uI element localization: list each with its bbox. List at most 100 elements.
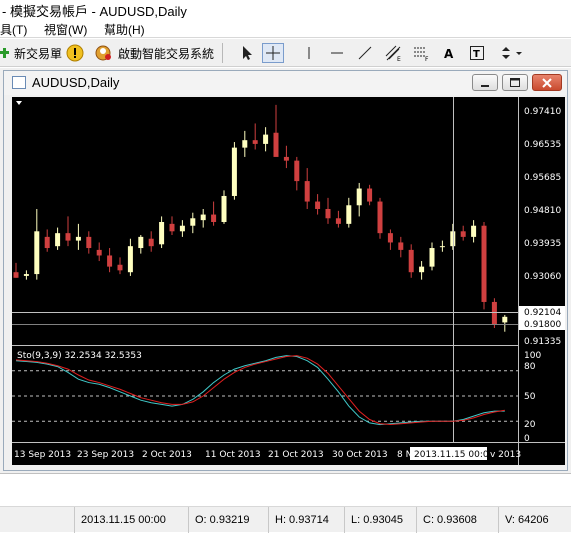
candle-body (231, 147, 237, 196)
menu-help[interactable]: 幫助(H) (104, 21, 145, 38)
date-label: 30 Oct 2013 (332, 450, 388, 460)
fibonacci-icon: F (414, 47, 429, 62)
candle-body (242, 140, 248, 148)
maximize-button[interactable] (502, 74, 528, 91)
candle-body (346, 205, 352, 224)
arrows-tool[interactable] (496, 43, 526, 63)
text-label-icon: T (470, 46, 484, 60)
text-label-tool[interactable]: T (466, 43, 488, 63)
candle-body (211, 214, 217, 222)
crosshair-date-label: 2013.11.15 00:00 (414, 450, 495, 460)
status-open: O: 0.93219 (188, 507, 268, 533)
crosshair-icon (266, 46, 280, 60)
toolbar: 新交易單 啟動智能交易系統 E F A T (0, 39, 571, 67)
price-label: 0.95685 (524, 173, 561, 183)
bottom-strip (0, 533, 571, 546)
warning-icon (66, 44, 84, 62)
candle-body (283, 156, 289, 161)
menu-tools[interactable]: 具(T) (0, 21, 27, 38)
minimize-icon (481, 84, 489, 87)
chart-window-icon (12, 76, 26, 89)
close-button[interactable] (532, 74, 562, 91)
minimize-button[interactable] (472, 74, 498, 91)
price-label: 0.97410 (524, 107, 561, 117)
candle-body (439, 246, 445, 248)
channel-tool[interactable]: E (382, 43, 404, 63)
new-order-icon (0, 48, 9, 58)
vertical-line-tool[interactable] (298, 43, 320, 63)
candle-body (481, 225, 487, 302)
price-chart[interactable]: 0.97410 0.96535 0.95685 0.94810 0.93935 … (12, 97, 565, 465)
crosshair-price-label: 0.92104 (524, 308, 561, 318)
candle-body (252, 140, 258, 144)
candle-body (356, 188, 362, 206)
svg-text:E: E (397, 56, 401, 62)
cursor-tool[interactable] (236, 43, 258, 63)
candle-body (398, 242, 404, 250)
candle-body (75, 236, 81, 241)
candle-body (190, 218, 196, 226)
date-label: v 2013 (490, 450, 521, 460)
status-low: L: 0.93045 (344, 507, 416, 533)
candle-body (335, 218, 341, 224)
candle-body (148, 238, 154, 247)
candle-body (315, 201, 321, 209)
cursor-icon (243, 46, 252, 60)
indicator-level-label: 50 (524, 392, 536, 402)
vertical-line-icon (308, 47, 310, 59)
expert-advisor-button[interactable]: 啟動智能交易系統 (94, 43, 214, 63)
candle-body (367, 188, 373, 202)
candle (231, 142, 237, 200)
candle-body (471, 225, 477, 237)
candle-body (107, 255, 113, 267)
candle-body (377, 201, 383, 234)
candle-body (65, 233, 71, 241)
indicator-label: Sto(9,3,9) 32.2534 32.5353 (17, 351, 142, 361)
price-label: 0.94810 (524, 206, 561, 216)
candle-body (200, 214, 206, 221)
candle-body (96, 249, 102, 256)
menu-window[interactable]: 視窗(W) (44, 21, 87, 38)
new-order-button[interactable]: 新交易單 (0, 43, 62, 63)
svg-text:F: F (425, 56, 429, 62)
candle (491, 298, 497, 328)
status-close: C: 0.93608 (416, 507, 498, 533)
indicator-level-label: 80 (524, 362, 536, 372)
price-label: 0.93060 (524, 272, 561, 282)
maximize-icon (510, 77, 520, 87)
candle-body (86, 236, 92, 249)
close-icon (542, 77, 552, 88)
candle-body (304, 181, 310, 202)
horizontal-line-tool[interactable] (326, 43, 348, 63)
text-icon: A (444, 47, 454, 61)
crosshair-tool[interactable] (262, 43, 284, 63)
text-tool[interactable]: A (438, 43, 460, 63)
date-label: 13 Sep 2013 (14, 450, 71, 460)
price-label: 0.96535 (524, 140, 561, 150)
trendline-icon (358, 46, 372, 60)
candle-body (491, 301, 497, 325)
menu-bar: 具(T) 視窗(W) 幫助(H) (0, 18, 571, 38)
candle-body (325, 208, 331, 219)
candle-body (273, 132, 279, 157)
indicator-level-label: 100 (524, 351, 541, 361)
date-label: 21 Oct 2013 (268, 450, 324, 460)
chart-window-title-bar[interactable]: AUDUSD,Daily (4, 71, 567, 95)
candle-body (55, 233, 61, 247)
panel-strip (0, 473, 571, 506)
warning-button[interactable] (66, 43, 84, 63)
svg-text:T: T (473, 49, 480, 60)
status-bar: 2013.11.15 00:00 O: 0.93219 H: 0.93714 L… (0, 506, 571, 533)
candle-body (13, 272, 19, 278)
status-volume: V: 64206 (498, 507, 571, 533)
price-label: 0.91335 (524, 337, 561, 347)
candle (481, 222, 487, 310)
trendline-tool[interactable] (354, 43, 376, 63)
candle-body (294, 160, 300, 182)
candle-body (502, 316, 508, 323)
candle-body (460, 231, 466, 237)
fibonacci-tool[interactable]: F (410, 43, 432, 63)
indicator-level-label: 0 (524, 434, 530, 444)
equidistant-channel-icon: E (385, 45, 401, 62)
status-date: 2013.11.15 00:00 (74, 507, 188, 533)
